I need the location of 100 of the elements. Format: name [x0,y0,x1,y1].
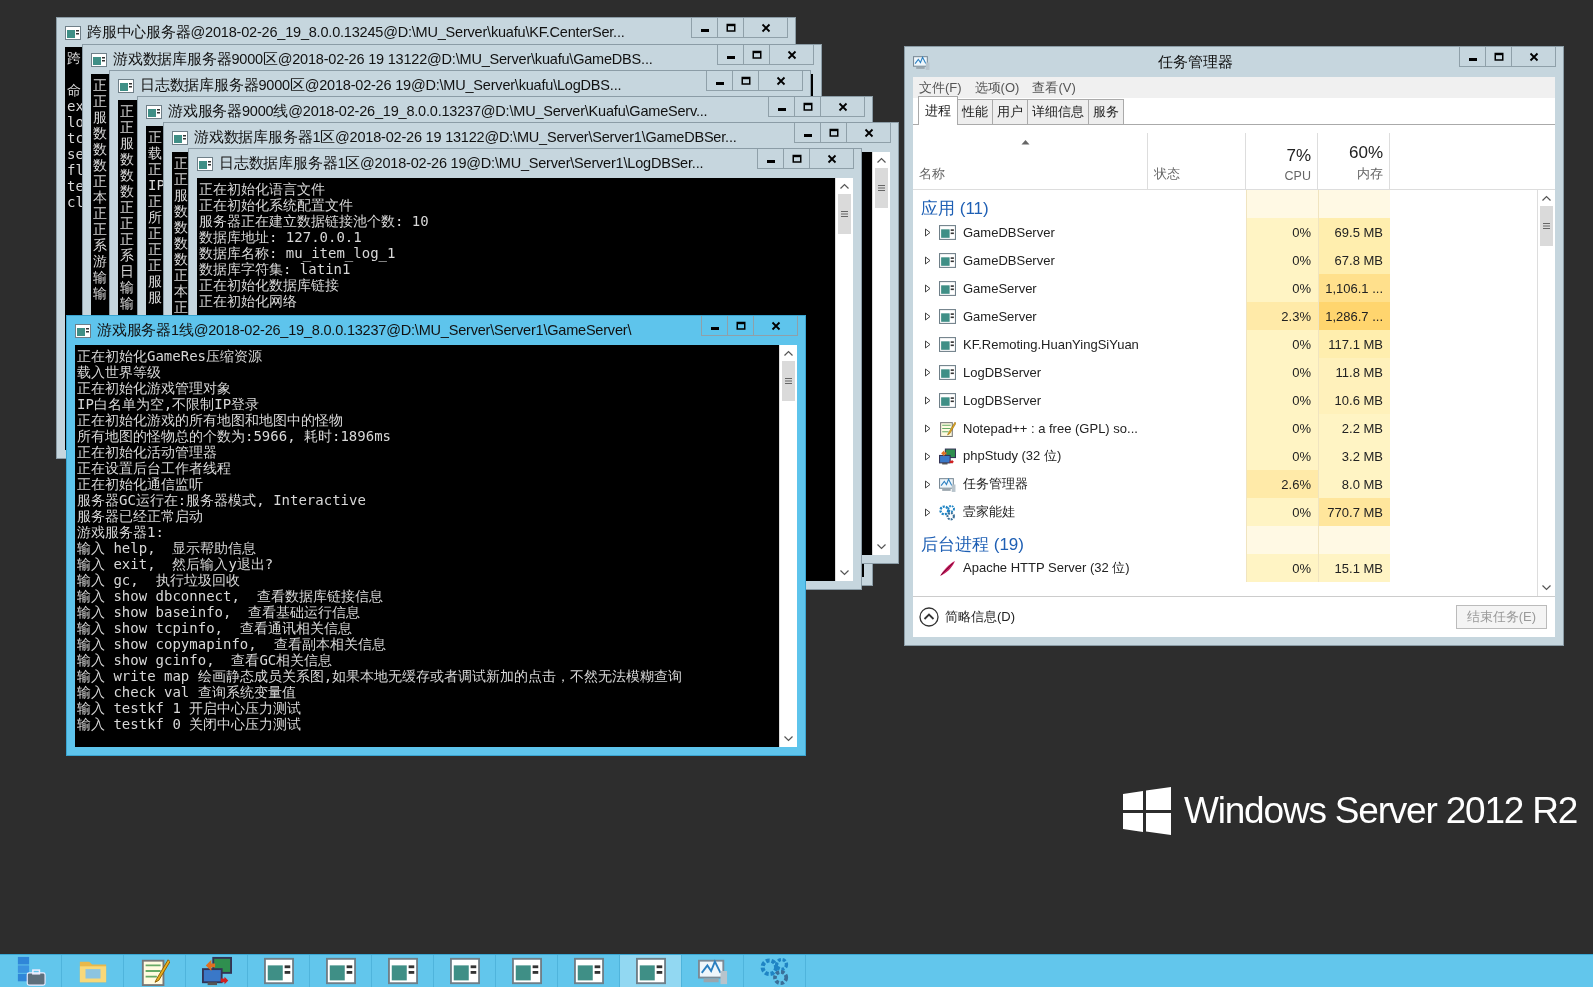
scrollbar-thumb[interactable] [875,168,888,208]
minimize-icon [803,134,812,137]
console-line: 正在初始化游戏管理对象 [77,380,231,396]
close-icon [770,320,781,331]
console-line: 服务器正在建立数据链接池个数: 10 [199,213,429,229]
minimize-icon [726,56,735,59]
cpu-cell: 0% [1246,498,1318,526]
tab[interactable]: 用户 [992,99,1028,124]
console-line: 系 [120,247,134,263]
console-line: 输 [120,279,134,295]
process-name: Notepad++ : a free (GPL) so... [963,420,1138,436]
minimize-button[interactable] [717,45,744,65]
close-icon [837,101,848,112]
console-line: 输入 show dbconnect, 查看数据库链接信息 [77,588,383,604]
console-line: 输 [93,285,107,301]
console-line: 服 [93,109,107,125]
close-button[interactable] [758,71,803,91]
close-button[interactable] [743,18,788,38]
console-icon [511,956,542,986]
close-button[interactable] [1511,47,1556,67]
console-line: 正 [148,257,162,273]
minimize-button[interactable] [701,316,728,336]
column-header[interactable]: 名称 [919,166,1141,183]
column-header[interactable]: 内存 [1357,166,1383,183]
cpu-cell: 0% [1246,246,1318,274]
console-line: 所 [148,209,162,225]
menu-item[interactable]: 查看(V) [1032,78,1076,97]
console-line: 输入 show baseinfo, 查看基础运行信息 [77,604,361,620]
console-line: 数 [174,235,188,251]
monitor-chart-icon [939,475,956,493]
column-header[interactable]: CPU [1284,169,1311,183]
minimize-button[interactable] [757,149,784,169]
maximize-icon [735,320,746,331]
console-line: 数 [174,251,188,267]
console-line: fl [67,162,84,178]
console-line: 正在初始化系统配置文件 [199,197,353,213]
console-line: 正在初始化GameRes压缩资源 [77,348,262,364]
gears-icon [939,503,956,521]
scrollbar[interactable] [872,152,890,555]
scrollbar[interactable] [1537,190,1555,596]
scroll-up-icon [1542,195,1551,201]
window-title: 日志数据库服务器9000区@2018-02-26 19@D:\MU_Server\kuafu\LogDBS... [140,76,623,95]
console-line: 正 [93,77,107,93]
minimize-icon [766,160,775,163]
taskbar-button[interactable] [620,955,682,987]
console-icon [939,223,956,241]
scrollbar[interactable] [779,345,797,747]
console-line: 正 [148,161,162,177]
console-line: 正 [148,225,162,241]
close-icon [775,75,786,86]
computers-icon [201,956,232,986]
console-line: 正在设置后台工作者线程 [77,460,231,476]
scroll-up-icon [877,157,886,163]
console-line: 输入 testkf 1 开启中心压力测试 [77,700,302,716]
console-line: 正在初始化网络 [199,293,297,309]
cpu-cell: 0% [1246,554,1318,582]
console-line: 载 [148,145,162,161]
tab[interactable]: 性能 [957,99,993,124]
minimize-button[interactable] [706,71,733,91]
console-line: 本 [93,189,107,205]
process-name: GameDBServer [963,224,1055,240]
console-line: 命 [67,82,81,98]
console-line: 输入 show gcinfo, 查看GC相关信息 [77,652,333,668]
close-button[interactable] [769,45,814,65]
scrollbar[interactable] [835,178,853,581]
console-line: 服务器GC运行在:服务器模式, Interactive [77,492,366,508]
minimize-button[interactable] [768,97,795,117]
menu-item[interactable]: 选项(O) [974,78,1020,97]
memory-cell: 770.7 MB [1318,498,1390,526]
window-title: 跨服中心服务器@2018-02-26_19_8.0.0.13245@D:\MU_Server\kuafu\KF.CenterSer... [87,23,626,42]
minimize-button[interactable] [1459,47,1486,67]
console-icon [573,956,604,986]
close-button[interactable] [753,316,798,336]
close-button[interactable] [809,149,854,169]
scrollbar-thumb[interactable] [1540,206,1553,246]
minimize-button[interactable] [794,123,821,143]
fewer-details-button[interactable]: 简略信息(D) [919,607,1016,627]
windows-logo-icon [1123,787,1171,835]
console-line: 服 [148,273,162,289]
console-icon [263,956,294,986]
console-line: 服 [120,135,134,151]
tab[interactable]: 进程 [918,96,958,125]
console-line: 系 [93,237,107,253]
close-button[interactable] [846,123,891,143]
console-line: ex [67,98,84,114]
column-header[interactable]: 状态 [1154,166,1239,183]
tab[interactable]: 服务 [1088,99,1124,124]
cpu-cell: 2.6% [1246,470,1318,498]
close-icon [826,153,837,164]
scrollbar-thumb[interactable] [782,361,795,401]
scrollbar-thumb[interactable] [838,194,851,234]
console-line: 输入 write map 绘画静态成员关系图,如果本地无缓存或者调试新加的点击，不然无法模糊查询 [77,668,683,684]
close-button[interactable] [820,97,865,117]
menu-item[interactable]: 文件(F) [919,78,962,97]
console-line: 输 [93,269,107,285]
tab[interactable]: 详细信息 [1027,99,1089,124]
console-line: 正 [93,93,107,109]
server-icon [15,956,46,986]
minimize-button[interactable] [691,18,718,38]
process-name: 任务管理器 [963,475,1028,493]
